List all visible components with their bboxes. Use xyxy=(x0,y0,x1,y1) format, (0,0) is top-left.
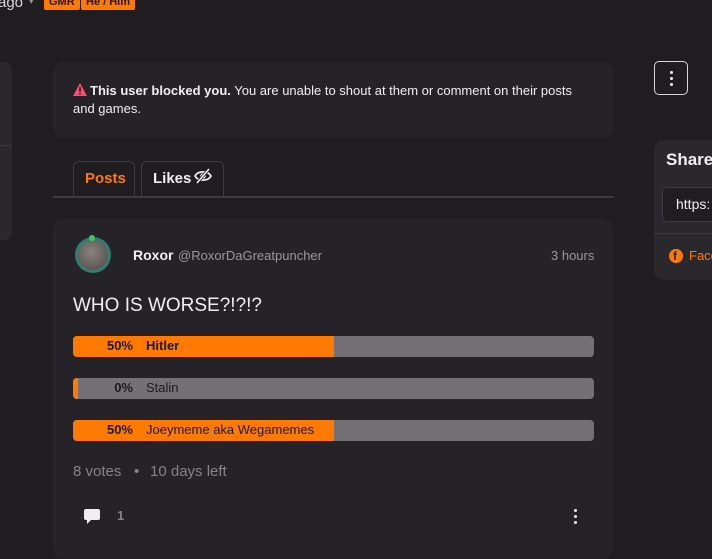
poll-option[interactable]: 50% Joeymeme aka Wegamemes xyxy=(73,420,594,441)
share-title: Share xyxy=(666,150,712,169)
post-author-handle[interactable]: @RoxorDaGreatpuncher xyxy=(178,248,322,263)
post-title: WHO IS WORSE?!?!? xyxy=(73,295,262,316)
poll-option-percent: 0% xyxy=(114,380,133,395)
poll-separator: • xyxy=(134,463,140,480)
warning-icon xyxy=(73,83,87,96)
top-strip: ago ▾ GMR He / Him xyxy=(0,0,712,12)
poll-option-label: Stalin xyxy=(146,380,179,395)
more-options-icon-dot xyxy=(574,521,577,524)
poll-option[interactable]: 50% Hitler xyxy=(73,336,594,357)
profile-options-button[interactable] xyxy=(654,61,688,95)
pronoun-badge: He / Him xyxy=(81,0,136,10)
caret-down-icon[interactable]: ▾ xyxy=(29,0,34,7)
avatar[interactable] xyxy=(75,235,111,273)
poll-option-percent: 50% xyxy=(106,338,133,353)
facebook-icon[interactable]: f xyxy=(669,249,683,263)
blocked-notice-title: This user blocked you. xyxy=(90,83,231,98)
poll-option-label: Hitler xyxy=(146,338,180,353)
more-options-icon xyxy=(670,71,673,74)
more-options-icon-dot xyxy=(574,515,577,518)
more-options-icon-dot xyxy=(670,83,673,86)
poll-option-fill xyxy=(73,378,78,399)
share-divider xyxy=(654,233,712,234)
more-options-icon-dot xyxy=(670,77,673,80)
post-timestamp: 3 hours xyxy=(551,248,595,263)
more-options-icon xyxy=(574,509,577,512)
relative-time: ago xyxy=(0,0,24,11)
left-divider xyxy=(0,145,12,146)
share-facebook-link[interactable]: Face xyxy=(689,248,712,263)
eye-slash-icon xyxy=(194,168,212,184)
comment-count: 1 xyxy=(117,508,125,523)
poll-days-left: 10 days left xyxy=(150,463,227,480)
poll-option-label: Joeymeme aka Wegamemes xyxy=(146,422,315,437)
poll-option-percent: 50% xyxy=(106,422,133,437)
online-status-dot xyxy=(89,235,95,241)
tabs-divider xyxy=(53,196,614,198)
left-sidebar-panel xyxy=(0,62,12,240)
post-options-button[interactable] xyxy=(568,506,584,526)
avatar-image xyxy=(78,240,108,270)
poll-vote-count: 8 votes xyxy=(73,463,122,480)
poll-option[interactable]: 0% Stalin xyxy=(73,378,594,399)
tag-badge: GMR xyxy=(44,0,80,10)
tab-likes-label: Likes xyxy=(153,170,192,187)
tab-posts[interactable]: Posts xyxy=(73,161,135,197)
blocked-notice-text: This user blocked you. You are unable to… xyxy=(73,82,593,118)
blocked-notice: This user blocked you. You are unable to… xyxy=(53,62,613,138)
post-author-name[interactable]: Roxor xyxy=(133,247,173,263)
share-url-value: https: xyxy=(676,196,711,212)
comment-icon[interactable] xyxy=(83,508,101,525)
